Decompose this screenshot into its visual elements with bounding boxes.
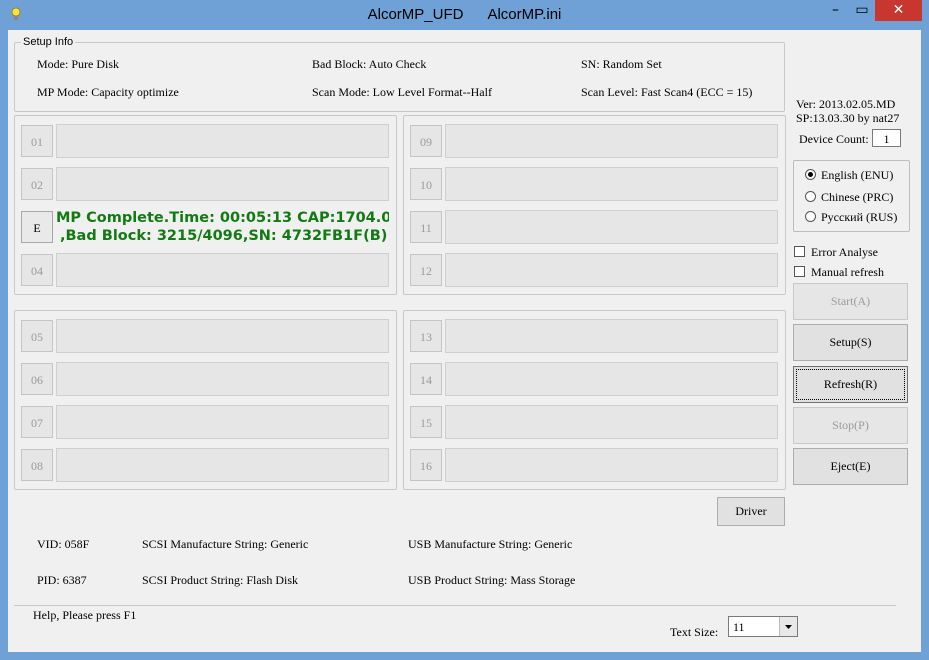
slot-14-button[interactable]: 14 — [410, 363, 442, 395]
slot-16-status — [445, 448, 778, 482]
refresh-button[interactable]: Refresh(R) — [793, 366, 908, 403]
slot-03-status-line2: ,Bad Block: 3215/4096,SN: 4732FB1F(B) — [60, 228, 388, 244]
language-radio-rus[interactable] — [805, 211, 816, 222]
close-icon: ✕ — [892, 2, 905, 18]
slot-04-status — [56, 253, 389, 287]
help-text: Help, Please press F1 — [33, 608, 137, 622]
device-count-label: Device Count: — [799, 132, 869, 146]
minimize-button[interactable]: – — [822, 0, 849, 21]
sp-text: SP:13.03.30 by nat27 — [796, 111, 900, 125]
scan-mode-text: Scan Mode: Low Level Format--Half — [312, 85, 492, 99]
minimize-icon: – — [832, 2, 839, 18]
language-label-enu[interactable]: English (ENU) — [821, 168, 893, 183]
slot-07-status — [56, 405, 389, 439]
slot-06-status — [56, 362, 389, 396]
text-size-value: 11 — [733, 620, 745, 634]
usb-manufacture-text: USB Manufacture String: Generic — [408, 537, 573, 551]
status-separator — [14, 605, 896, 606]
slot-08-status — [56, 448, 389, 482]
slot-01-status — [56, 124, 389, 158]
driver-button[interactable]: Driver — [717, 497, 785, 526]
slot-07-button[interactable]: 07 — [21, 406, 53, 438]
text-size-select[interactable]: 11 — [728, 616, 798, 637]
window-title: AlcorMP_UFD AlcorMP.ini — [0, 6, 929, 23]
slot-12-status — [445, 253, 778, 287]
setup-info-label: Setup Info — [21, 36, 76, 48]
error-analyse-label[interactable]: Error Analyse — [811, 245, 878, 260]
window-title-app: AlcorMP_UFD — [367, 6, 464, 23]
window-title-file: AlcorMP.ini — [487, 6, 562, 23]
usb-product-text: USB Product String: Mass Storage — [408, 573, 576, 587]
slot-10-status — [445, 167, 778, 201]
vid-text: VID: 058F — [37, 537, 90, 551]
slot-01-button[interactable]: 01 — [21, 125, 53, 157]
eject-button[interactable]: Eject(E) — [793, 448, 908, 485]
start-button[interactable]: Start(A) — [793, 283, 908, 320]
language-label-prc[interactable]: Chinese (PRC) — [821, 190, 893, 205]
mode-text: Mode: Pure Disk — [37, 57, 119, 71]
bad-block-text: Bad Block: Auto Check — [312, 57, 427, 71]
text-size-label: Text Size: — [670, 625, 719, 639]
device-count-field[interactable]: 1 — [872, 129, 901, 147]
title-bar[interactable]: AlcorMP_UFD AlcorMP.ini – ▭ ✕ — [0, 0, 929, 30]
setup-button[interactable]: Setup(S) — [793, 324, 908, 361]
stop-button[interactable]: Stop(P) — [793, 407, 908, 444]
dropdown-arrow-button[interactable] — [779, 617, 797, 636]
slot-05-status — [56, 319, 389, 353]
slot-13-status — [445, 319, 778, 353]
slot-03-status-line1: MP Complete.Time: 00:05:13 CAP:1704.0M — [56, 210, 389, 226]
slot-09-button[interactable]: 09 — [410, 125, 442, 157]
slot-04-button[interactable]: 04 — [21, 254, 53, 286]
slot-03-button[interactable]: E — [21, 211, 53, 243]
close-button[interactable]: ✕ — [875, 0, 922, 21]
language-label-rus[interactable]: Русский (RUS) — [821, 210, 897, 225]
slot-02-button[interactable]: 02 — [21, 168, 53, 200]
slot-11-status — [445, 210, 778, 244]
slot-02-status — [56, 167, 389, 201]
slot-14-status — [445, 362, 778, 396]
scsi-product-text: SCSI Product String: Flash Disk — [142, 573, 299, 587]
slot-11-button[interactable]: 11 — [410, 211, 442, 243]
scsi-manufacture-text: SCSI Manufacture String: Generic — [142, 537, 309, 551]
slot-09-status — [445, 124, 778, 158]
slot-08-button[interactable]: 08 — [21, 449, 53, 481]
slot-12-button[interactable]: 12 — [410, 254, 442, 286]
sn-text: SN: Random Set — [581, 57, 662, 71]
slot-13-button[interactable]: 13 — [410, 320, 442, 352]
slot-16-button[interactable]: 16 — [410, 449, 442, 481]
slot-15-button[interactable]: 15 — [410, 406, 442, 438]
slot-05-button[interactable]: 05 — [21, 320, 53, 352]
slot-10-button[interactable]: 10 — [410, 168, 442, 200]
maximize-button[interactable]: ▭ — [849, 0, 875, 21]
scan-level-text: Scan Level: Fast Scan4 (ECC = 15) — [581, 85, 753, 99]
manual-refresh-label[interactable]: Manual refresh — [811, 265, 884, 280]
setup-info-group — [14, 42, 785, 112]
language-radio-enu[interactable] — [805, 169, 816, 180]
error-analyse-checkbox[interactable] — [794, 246, 805, 257]
pid-text: PID: 6387 — [37, 573, 87, 587]
slot-06-button[interactable]: 06 — [21, 363, 53, 395]
slot-03-status: MP Complete.Time: 00:05:13 CAP:1704.0M ,… — [56, 210, 389, 244]
manual-refresh-checkbox[interactable] — [794, 266, 805, 277]
language-radio-prc[interactable] — [805, 191, 816, 202]
maximize-icon: ▭ — [855, 2, 869, 18]
slot-15-status — [445, 405, 778, 439]
version-text: Ver: 2013.02.05.MD — [796, 97, 896, 111]
chevron-down-icon — [785, 625, 792, 629]
mp-mode-text: MP Mode: Capacity optimize — [37, 85, 179, 99]
